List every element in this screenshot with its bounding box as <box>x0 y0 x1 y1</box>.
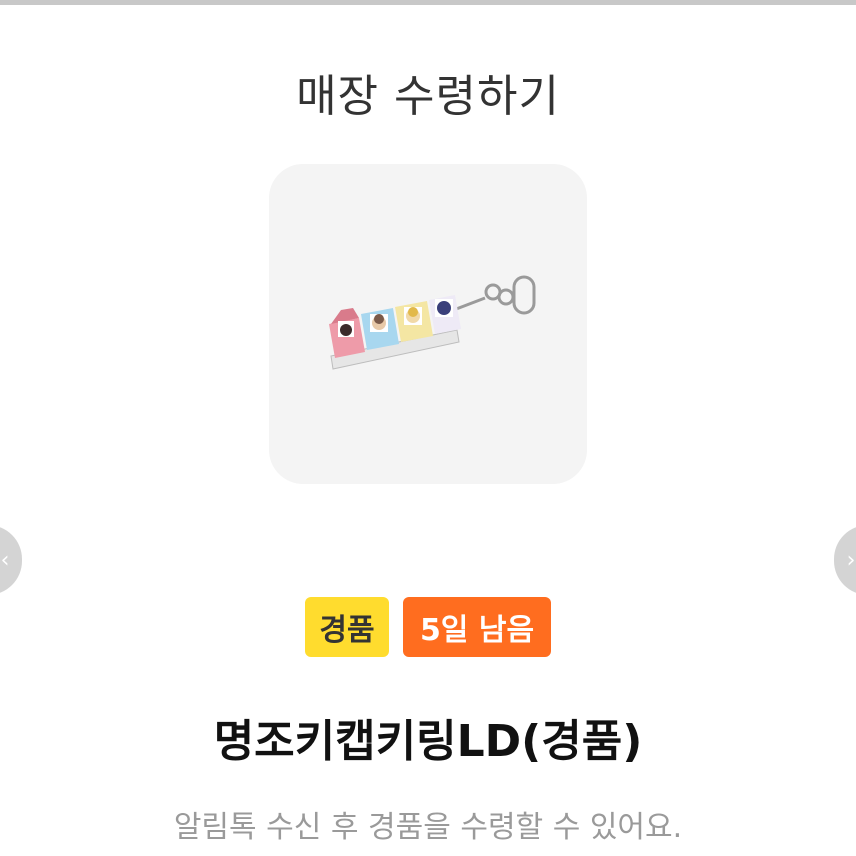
store-pickup-screen: 매장 수령하기 ‹ › 경품 5일 남음 명조키캡키링LD(경품) 알림톡 수신… <box>0 0 856 856</box>
top-divider <box>0 0 856 5</box>
chevron-left-icon: ‹ <box>0 547 10 573</box>
keyring-clasp <box>450 275 536 315</box>
gift-badge: 경품 <box>305 597 389 657</box>
badge-row: 경품 5일 남음 <box>0 597 856 657</box>
product-name: 명조키캡키링LD(경품) <box>213 716 643 767</box>
next-button[interactable]: › <box>834 525 856 595</box>
days-remaining-badge: 5일 남음 <box>403 597 551 657</box>
previous-button[interactable]: ‹ <box>0 525 22 595</box>
keycap-yellow <box>395 301 433 342</box>
pickup-notice: 알림톡 수신 후 경품을 수령할 수 있어요. <box>173 810 683 845</box>
keycap-keyring-image <box>329 275 536 370</box>
keycap-white <box>429 295 461 334</box>
product-image-card <box>269 164 587 484</box>
chevron-right-icon: › <box>846 547 856 573</box>
keycap-blue <box>361 308 399 350</box>
page-title: 매장 수령하기 <box>296 71 560 122</box>
keycap-pink <box>329 308 365 358</box>
